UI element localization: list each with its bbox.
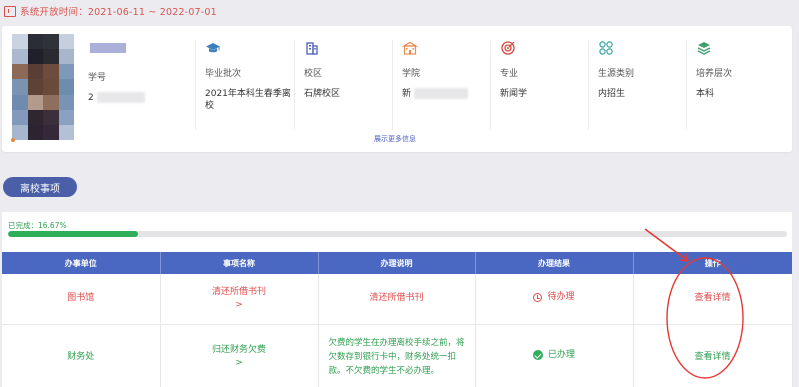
field-student-id: 学号 2 xyxy=(88,70,188,104)
field-divider xyxy=(392,40,393,130)
student-id-text: 2 xyxy=(88,93,94,103)
field-divider xyxy=(686,40,687,130)
student-id-value: 2 xyxy=(88,92,188,104)
graduation-batch-label: 毕业批次 xyxy=(205,69,242,79)
profile-card: 学号 2 毕业批次 2021年本科生春季离校 校区 石牌校区 学院 新 专业 新… xyxy=(2,26,792,152)
result-cell: 已办理 xyxy=(475,324,634,387)
graduation-cap-icon xyxy=(206,43,220,53)
field-divider xyxy=(490,40,491,130)
section-tab-row: 离校事项 xyxy=(0,168,799,208)
field-divider xyxy=(588,40,589,130)
result-text: 已办理 xyxy=(547,349,575,360)
table-header-row: 办事单位 事项名称 办理说明 办理结果 操作 xyxy=(2,252,792,274)
field-campus: 校区 石牌校区 xyxy=(294,40,404,130)
header-description: 办理说明 xyxy=(317,252,475,274)
item-cell[interactable]: 归还财务欠费 > xyxy=(160,324,319,387)
unit-cell: 图书馆 xyxy=(2,274,161,325)
show-more-link[interactable]: 展示更多信息 xyxy=(374,135,416,143)
college-label: 学院 xyxy=(402,69,421,79)
description-cell: 清还所借书刊 xyxy=(318,274,476,325)
progress-fill xyxy=(8,231,138,237)
progress-label: 已完成：16.67% xyxy=(8,221,67,230)
action-cell: 查看详情 xyxy=(633,274,793,325)
training-level-label: 培养层次 xyxy=(696,69,733,79)
building-icon xyxy=(306,42,318,55)
training-level-value: 本科 xyxy=(696,89,715,99)
field-major: 专业 新闻学 xyxy=(490,40,600,130)
field-graduation-batch: 毕业批次 2021年本科生春季离校 xyxy=(195,40,305,130)
school-icon xyxy=(402,41,418,55)
layers-icon xyxy=(697,42,711,55)
description-cell: 欠费的学生在办理离校手续之前，将欠数存到银行卡中，财务处统一扣款。不欠费的学生不… xyxy=(318,324,476,387)
table-row: 财务处 归还财务欠费 > 欠费的学生在办理离校手续之前，将欠数存到银行卡中，财务… xyxy=(2,324,793,387)
calendar-icon xyxy=(4,5,16,17)
tasks-table: 办事单位 事项名称 办理说明 办理结果 操作 图书馆 清还所借书刊 > 清还所借… xyxy=(2,252,793,387)
result-text: 待办理 xyxy=(547,291,575,302)
grid-icon xyxy=(599,41,613,55)
student-name-redacted xyxy=(90,43,126,53)
student-id-label: 学号 xyxy=(88,73,107,83)
major-label: 专业 xyxy=(500,69,519,79)
field-college: 学院 新 xyxy=(392,40,502,130)
avatar-badge xyxy=(11,138,15,142)
system-open-text: 系统开放时间：2021-06-11 ~ 2022-07-01 xyxy=(20,7,217,18)
origin-type-label: 生源类别 xyxy=(598,69,635,79)
origin-type-value: 内招生 xyxy=(598,89,626,99)
redacted-block xyxy=(96,92,145,103)
college-value: 新 xyxy=(402,88,502,100)
item-arrow: > xyxy=(235,358,243,368)
action-cell: 查看详情 xyxy=(633,324,793,387)
view-details-button[interactable]: 查看详情 xyxy=(694,352,730,362)
field-origin-type: 生源类别 内招生 xyxy=(588,40,698,130)
tab-leave-affairs[interactable]: 离校事项 xyxy=(3,177,77,197)
field-training-level: 培养层次 本科 xyxy=(686,40,796,130)
item-cell[interactable]: 清还所借书刊 > xyxy=(160,274,319,325)
tasks-panel: 已完成：16.67% 办事单位 事项名称 办理说明 办理结果 操作 图书馆 清还… xyxy=(2,212,793,387)
header-action: 操作 xyxy=(632,252,792,274)
item-arrow: > xyxy=(235,299,243,310)
field-divider xyxy=(294,40,295,130)
unit-cell: 财务处 xyxy=(2,324,161,387)
view-details-button[interactable]: 查看详情 xyxy=(694,293,730,303)
major-value: 新闻学 xyxy=(500,89,528,99)
result-cell: 待办理 xyxy=(475,274,634,325)
college-text: 新 xyxy=(402,89,412,99)
check-circle-icon xyxy=(532,350,543,361)
field-divider xyxy=(195,40,196,130)
header-unit: 办事单位 xyxy=(2,252,160,274)
target-icon xyxy=(501,41,515,55)
table-row: 图书馆 清还所借书刊 > 清还所借书刊 待办理 查看详情 xyxy=(2,274,793,325)
avatar xyxy=(12,34,74,140)
header-item: 事项名称 xyxy=(159,252,318,274)
graduation-batch-value: 2021年本科生春季离校 xyxy=(205,89,291,111)
item-name-link[interactable]: 归还财务欠费 xyxy=(161,344,318,357)
clock-icon xyxy=(533,292,543,302)
campus-value: 石牌校区 xyxy=(304,89,341,99)
system-open-bar: 系统开放时间：2021-06-11 ~ 2022-07-01 xyxy=(0,0,799,22)
campus-label: 校区 xyxy=(304,69,323,79)
header-result: 办理结果 xyxy=(474,252,633,274)
redacted-block xyxy=(413,88,468,99)
item-name-link[interactable]: 清还所借书刊 xyxy=(161,286,318,299)
progress-bar xyxy=(8,231,787,237)
